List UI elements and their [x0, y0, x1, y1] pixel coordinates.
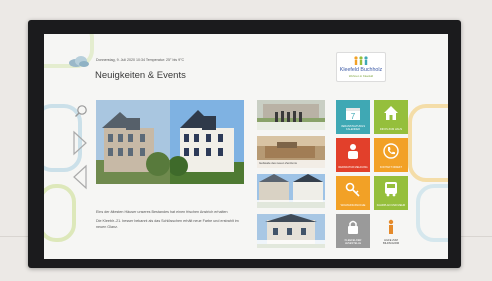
tile-label: KONTAKT DIREKT: [379, 166, 403, 169]
bus-icon: [385, 182, 397, 197]
feature-caption: Eins der ältesten Häuser unseres Bestand…: [96, 210, 246, 234]
decoration-loop: [44, 184, 76, 242]
logo-tagline: Wohnen in Kleefeld: [348, 74, 374, 78]
info-person-icon: [388, 219, 394, 234]
news-thumbnail[interactable]: Gebäude des neuen Zentrums: [257, 136, 325, 168]
feature-paragraph: Die Kleeblr.-21. besser bekannt als das …: [96, 219, 239, 229]
tile-reading-corner[interactable]: KLEEFELDER LESESTELLE: [336, 214, 370, 248]
house-icon: [384, 106, 398, 120]
tile-label: KLEEFELDER LESESTELLE: [344, 239, 362, 245]
kleefeld-buchholz-logo: Kleefeld Buchholz Wohnen in Kleefeld: [336, 52, 386, 82]
previous-arrow-icon[interactable]: [72, 164, 88, 190]
thumbnail-label: [257, 200, 325, 208]
calendar-icon: 7: [346, 108, 360, 121]
tile-repair-report[interactable]: REPARATUR MELDUNG: [336, 138, 370, 172]
thumbnail-label: [257, 240, 325, 248]
feature-photo[interactable]: [96, 100, 244, 184]
kiosk-screen: Donnerstag, 9. Juli 2020 10:34 Temperatu…: [44, 34, 448, 259]
zoom-icon[interactable]: [74, 104, 88, 118]
tile-timetable[interactable]: FAHRPLAN UND MEHR: [374, 176, 408, 210]
news-thumbnail[interactable]: [257, 100, 325, 130]
news-thumbnail[interactable]: [257, 214, 325, 248]
tile-label: VERANSTALTUNGS KALENDER: [340, 125, 366, 131]
people-logo-icon: [354, 56, 368, 65]
tile-event-calendar[interactable]: 7 VERANSTALTUNGS KALENDER: [336, 100, 370, 134]
news-thumbnail[interactable]: [257, 174, 325, 208]
tile-apartment-search[interactable]: WOHNUNGSSUCHE: [336, 176, 370, 210]
date-temperature-line: Donnerstag, 9. Juli 2020 10:34 Temperatu…: [96, 58, 185, 62]
next-arrow-icon[interactable]: [72, 130, 88, 156]
key-icon: [345, 182, 360, 197]
calendar-day: 7: [351, 112, 356, 121]
decoration-loop: [416, 184, 448, 242]
thumbnail-label: Gebäude des neuen Zentrums: [257, 160, 325, 168]
tile-label: INFOS ZUM HAUS: [379, 128, 403, 131]
feature-paragraph: Eins der ältesten Häuser unseres Bestand…: [96, 210, 228, 214]
tile-screen-help[interactable]: HILFE ZUM BILDSCHIRM: [374, 214, 408, 248]
page-title: Neuigkeiten & Events: [95, 70, 186, 81]
lock-icon: [348, 220, 358, 234]
tile-direct-contact[interactable]: KONTAKT DIREKT: [374, 138, 408, 172]
tile-label: WOHNUNGSSUCHE: [340, 204, 366, 207]
building-before-image: [96, 100, 170, 184]
weather-cloud-icon: [69, 56, 89, 67]
phone-icon: [383, 143, 399, 159]
tile-label: FAHRPLAN UND MEHR: [376, 204, 406, 207]
repair-person-icon: [348, 144, 358, 159]
thumbnail-label: [257, 122, 325, 130]
building-after-image: [170, 100, 244, 184]
tile-house-info[interactable]: INFOS ZUM HAUS: [374, 100, 408, 134]
logo-name: Kleefeld Buchholz: [339, 67, 383, 73]
tile-label: HILFE ZUM BILDSCHIRM: [383, 239, 399, 245]
tile-label: REPARATUR MELDUNG: [338, 166, 368, 169]
decoration-loop: [408, 104, 448, 182]
